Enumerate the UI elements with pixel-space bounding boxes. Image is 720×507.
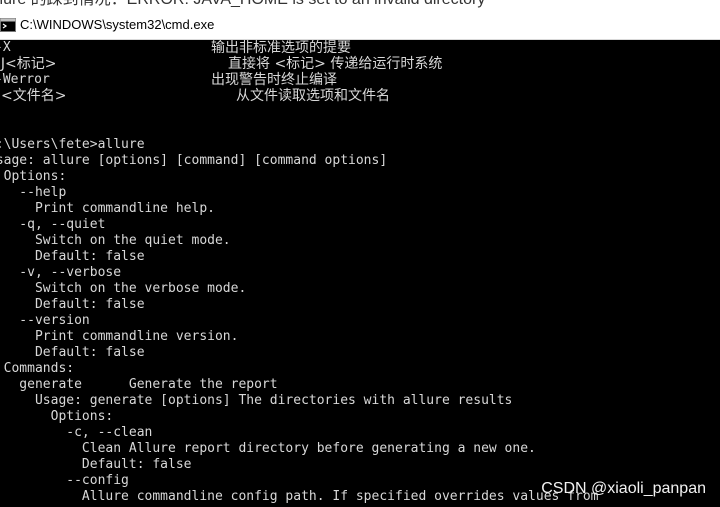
console-line: -v, --verbose bbox=[0, 265, 122, 280]
console-line: -q, --quiet bbox=[19, 217, 106, 232]
option-flag: @<文件名> bbox=[0, 88, 67, 104]
console-line: C:\Users\fete>allure bbox=[0, 137, 145, 152]
console-output[interactable]: -X 输出非标准选项的提要 -J<标记> 直接将 <标记> 传递给运行时系统 -… bbox=[0, 40, 720, 507]
window-title: C:\WINDOWS\system32\cmd.exe bbox=[20, 17, 215, 32]
console-line: Clean Allure report directory before gen… bbox=[0, 441, 536, 456]
console-line: Options: bbox=[0, 409, 114, 424]
console-line: Usage: allure [options] [command] [comma… bbox=[0, 153, 388, 168]
option-flag: -J<标记> bbox=[0, 56, 57, 72]
screenshot: llure 的踩到情况：ERROR: JAVA_HOME is set to a… bbox=[0, 0, 720, 507]
option-flag: -X bbox=[0, 40, 11, 55]
console-line: -c, --clean bbox=[0, 425, 153, 440]
option-description: 从文件读取选项和文件名 bbox=[236, 88, 390, 104]
console-line: Switch on the verbose mode. bbox=[0, 281, 247, 296]
watermark: CSDN @xiaoli_panpan bbox=[541, 480, 706, 497]
console-line: --config bbox=[0, 473, 129, 488]
console-line: Switch on the quiet mode. bbox=[0, 233, 231, 248]
console-line: --help bbox=[19, 185, 67, 200]
console-line: Default: false bbox=[0, 297, 145, 312]
option-flag: -Werror bbox=[0, 72, 50, 87]
cmd-icon bbox=[0, 17, 16, 32]
console-line: Commands: bbox=[3, 361, 75, 376]
article-heading-fragment: llure 的踩到情况：ERROR: JAVA_HOME is set to a… bbox=[0, 0, 720, 10]
option-description: 输出非标准选项的提要 bbox=[211, 40, 351, 56]
console-line: Default: false bbox=[0, 457, 192, 472]
console-line: Allure commandline config path. If speci… bbox=[0, 489, 599, 504]
console-line: Options: bbox=[3, 169, 67, 184]
console-line: Default: false bbox=[0, 345, 145, 360]
option-description: 出现警告时终止编译 bbox=[211, 72, 337, 88]
console-line: Default: false bbox=[0, 249, 145, 264]
console-line: --version bbox=[19, 313, 90, 328]
console-line: generate Generate the report bbox=[0, 377, 278, 392]
window-titlebar[interactable]: C:\WINDOWS\system32\cmd.exe bbox=[0, 10, 720, 40]
console-line: Print commandline version. bbox=[0, 329, 239, 344]
option-description: 直接将 <标记> 传递给运行时系统 bbox=[228, 56, 443, 72]
console-line: Usage: generate [options] The directorie… bbox=[0, 393, 513, 408]
console-line: Print commandline help. bbox=[0, 201, 215, 216]
